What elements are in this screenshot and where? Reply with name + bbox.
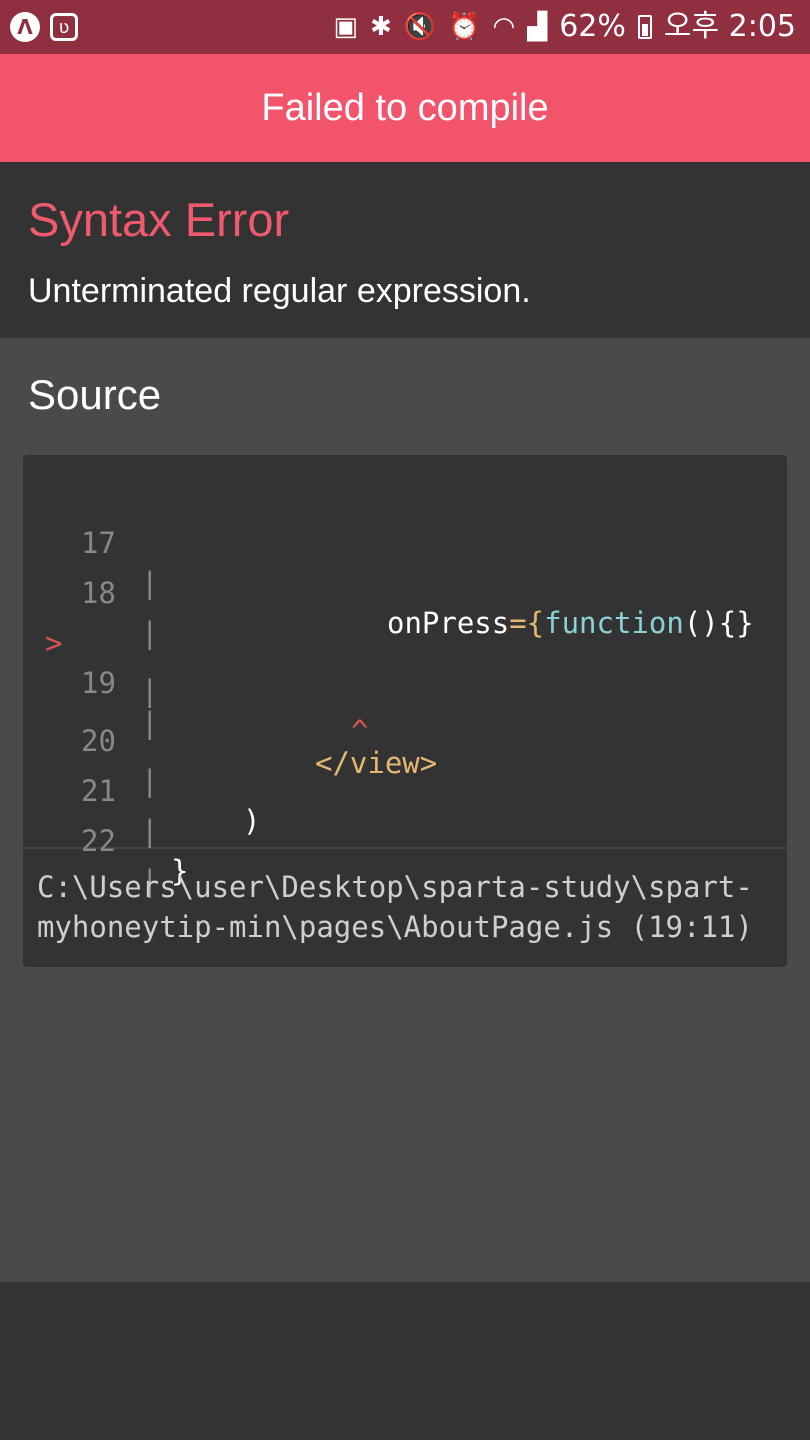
sim-icon: ▣ bbox=[333, 12, 358, 42]
line-number: 22 bbox=[81, 824, 116, 858]
compile-error-header: Failed to compile bbox=[0, 54, 810, 162]
status-bar: Λ ʋ ▣ ✱ 🔇 ⏰ ◠ ▟ 62% 오후 2:05 bbox=[0, 0, 810, 54]
source-title: Source bbox=[28, 371, 162, 418]
file-path-line: C:\Users\user\Desktop\sparta-study\spart… bbox=[37, 870, 753, 904]
app-phone-icon: ʋ bbox=[50, 13, 78, 41]
code-line: 21 | } bbox=[23, 731, 787, 888]
battery-percent: 62% bbox=[559, 9, 626, 44]
battery-icon bbox=[637, 15, 652, 39]
code-lines: 17 | onPress={function(){} 18 | > 19 | <… bbox=[23, 455, 787, 898]
source-file-path[interactable]: C:\Users\user\Desktop\sparta-study\spart… bbox=[37, 867, 782, 947]
mute-icon: 🔇 bbox=[403, 12, 437, 42]
source-section: Source 17 | onPress={function(){} 18 | >… bbox=[0, 338, 810, 1282]
error-section: Syntax Error Unterminated regular expres… bbox=[0, 162, 810, 338]
error-message: Unterminated regular expression. bbox=[28, 272, 531, 310]
signal-icon: ▟ bbox=[527, 12, 548, 42]
code-line: 20 | ) bbox=[23, 681, 787, 838]
status-bar-right: ▣ ✱ 🔇 ⏰ ◠ ▟ 62% 오후 2:05 bbox=[333, 12, 810, 42]
error-title: Syntax Error bbox=[28, 193, 290, 246]
code-line-caret: | ^ bbox=[23, 631, 787, 748]
code-line: 18 | bbox=[23, 533, 787, 650]
wifi-icon: ◠ bbox=[492, 12, 516, 42]
clock: 오후 2:05 bbox=[663, 9, 796, 44]
status-bar-left: Λ ʋ bbox=[0, 12, 78, 42]
header-title: Failed to compile bbox=[261, 86, 549, 129]
code-frame: 17 | onPress={function(){} 18 | > 19 | <… bbox=[23, 455, 787, 967]
bluetooth-icon: ✱ bbox=[369, 12, 392, 42]
code-line-error: > 19 | </view> bbox=[23, 583, 787, 780]
bottom-area bbox=[0, 1282, 810, 1440]
file-path-line: myhoneytip-min\pages\AboutPage.js (19:11… bbox=[37, 910, 753, 944]
code-line: 22 | bbox=[23, 781, 787, 898]
app-a-icon: Λ bbox=[10, 12, 40, 42]
code-line: 17 | onPress={function(){} bbox=[23, 483, 787, 640]
alarm-icon: ⏰ bbox=[448, 12, 481, 42]
